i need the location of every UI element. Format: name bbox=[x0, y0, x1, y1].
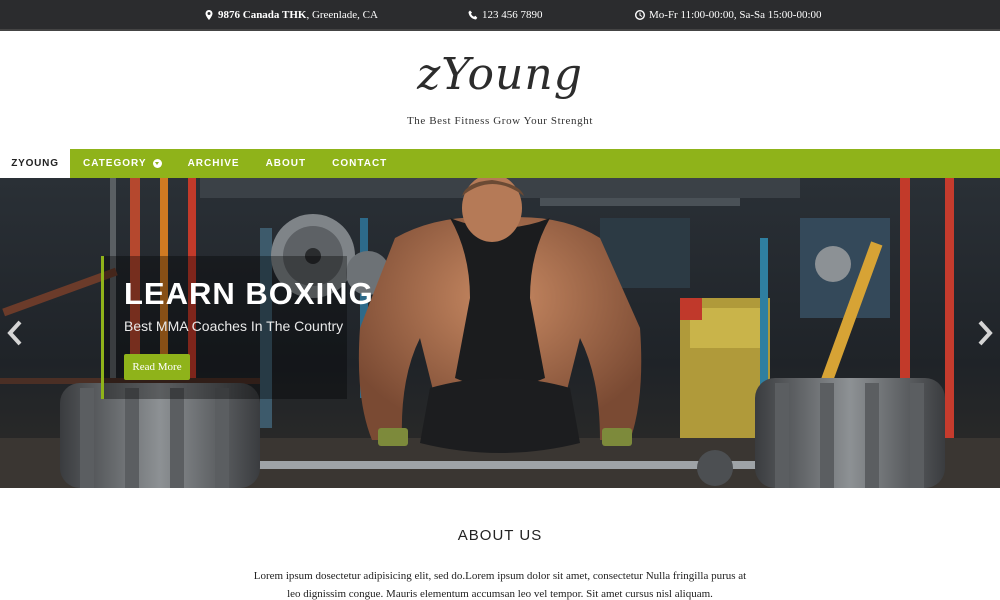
nav-about[interactable]: ABOUT bbox=[253, 149, 320, 178]
site-logo[interactable]: zYoung bbox=[0, 49, 1000, 100]
nav-category[interactable]: CATEGORY bbox=[70, 149, 175, 178]
map-marker-icon bbox=[205, 10, 213, 20]
chevron-left-icon bbox=[7, 320, 22, 346]
about-text: Lorem ipsum dosectetur adipisicing elit,… bbox=[253, 570, 747, 600]
slider-prev-button[interactable] bbox=[7, 320, 23, 346]
address: 9876 Canada THK, Greenlade, CA bbox=[204, 9, 378, 21]
nav-home[interactable]: ZYOUNG bbox=[0, 149, 70, 178]
chevron-down-icon bbox=[152, 159, 162, 168]
nav-contact[interactable]: CONTACT bbox=[319, 149, 400, 178]
nav-category-label: CATEGORY bbox=[83, 158, 147, 169]
nav-archive[interactable]: ARCHIVE bbox=[175, 149, 253, 178]
chevron-right-icon bbox=[978, 320, 993, 346]
slide-caption: LEARN BOXING Best MMA Coaches In The Cou… bbox=[101, 256, 373, 399]
phone-number: 123 456 7890 bbox=[482, 9, 543, 21]
address-street: 9876 Canada THK bbox=[218, 9, 307, 21]
address-city: , Greenlade, CA bbox=[306, 9, 378, 21]
read-more-button[interactable]: Read More bbox=[124, 354, 190, 380]
opening-hours: Mo-Fr 11:00-00:00, Sa-Sa 15:00-00:00 bbox=[635, 9, 822, 21]
about-heading: ABOUT US bbox=[457, 527, 543, 544]
top-info-bar: 9876 Canada THK, Greenlade, CA 123 456 7… bbox=[0, 0, 1000, 31]
slider-next-button[interactable] bbox=[977, 320, 993, 346]
main-navigation: ZYOUNG CATEGORY ARCHIVE ABOUT CONTACT bbox=[0, 149, 1000, 178]
hero-slider: LEARN BOXING Best MMA Coaches In The Cou… bbox=[0, 178, 1000, 488]
site-tagline: The Best Fitness Grow Your Strenght bbox=[406, 115, 593, 127]
slide-title: LEARN BOXING bbox=[124, 276, 374, 311]
site-header: zYoung The Best Fitness Grow Your Streng… bbox=[0, 31, 1000, 149]
phone: 123 456 7890 bbox=[468, 9, 543, 21]
hours-text: Mo-Fr 11:00-00:00, Sa-Sa 15:00-00:00 bbox=[649, 9, 822, 21]
slide-subtitle: Best MMA Coaches In The Country bbox=[124, 318, 344, 334]
clock-icon bbox=[635, 10, 645, 20]
phone-icon bbox=[468, 10, 478, 20]
